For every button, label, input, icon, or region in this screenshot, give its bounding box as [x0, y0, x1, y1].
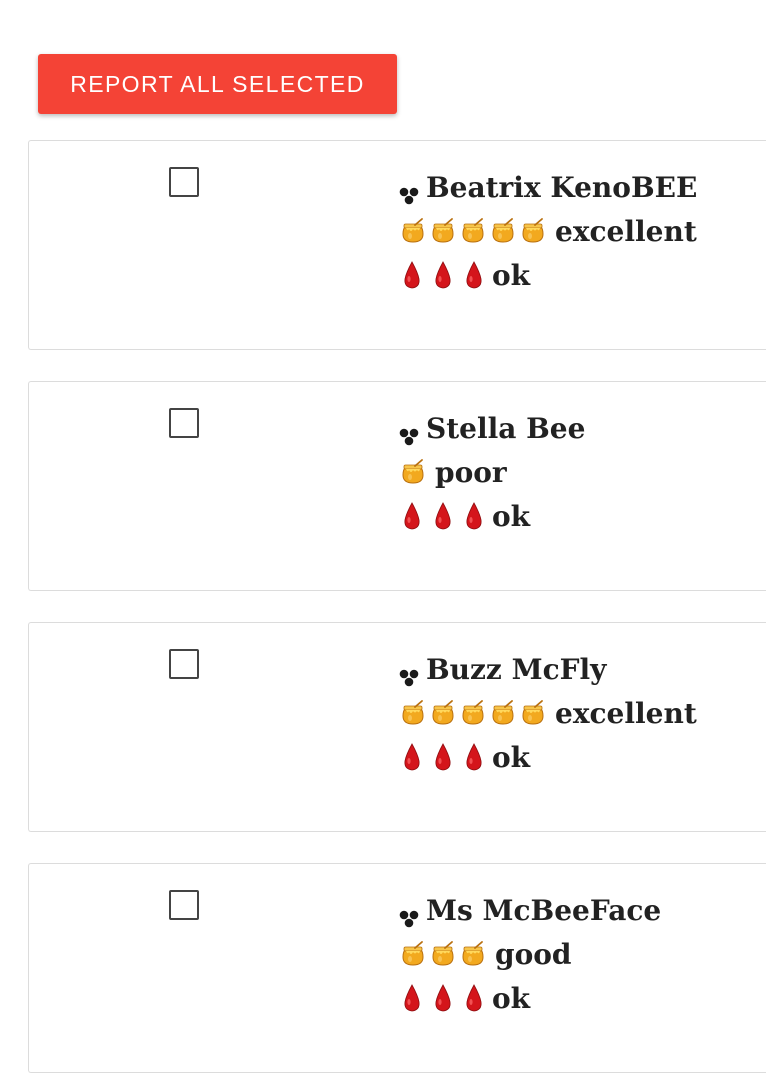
- bee-name-line: Ms McBeeFace: [399, 888, 661, 932]
- honey-pot-icon: [489, 699, 517, 727]
- blood-drop-icon: [402, 983, 422, 1013]
- blood-drop-icon: [464, 983, 484, 1013]
- honey-rating-label: excellent: [555, 696, 697, 730]
- honey-rating-line: excellent: [399, 691, 697, 735]
- honey-pot-icon: [399, 940, 427, 968]
- blood-drop-icon: [433, 260, 453, 290]
- blood-drop-icon: [402, 260, 422, 290]
- bee-icon: [399, 420, 419, 446]
- select-checkbox[interactable]: [169, 890, 199, 920]
- honey-rating-line: excellent: [399, 209, 697, 253]
- blood-drop-icon: [402, 742, 422, 772]
- honey-pot-icon: [399, 699, 427, 727]
- bee-info: Buzz McFly excellent ok: [399, 647, 697, 779]
- blood-rating-line: ok: [399, 976, 661, 1020]
- bee-icon: [399, 902, 419, 928]
- bee-icon: [399, 179, 419, 205]
- bee-name-line: Stella Bee: [399, 406, 585, 450]
- bee-icon: [399, 661, 419, 687]
- bee-name-line: Buzz McFly: [399, 647, 697, 691]
- bee-card: Stella Bee poor ok: [28, 381, 766, 591]
- blood-drop-icon: [433, 983, 453, 1013]
- bee-card: Beatrix KenoBEE excellent ok: [28, 140, 766, 350]
- honey-pot-icon: [459, 940, 487, 968]
- honey-pot-icon: [489, 217, 517, 245]
- honey-pot-icon: [459, 699, 487, 727]
- blood-drop-icon: [464, 742, 484, 772]
- honey-pot-icon: [399, 458, 427, 486]
- honey-rating-line: good: [399, 932, 661, 976]
- honey-rating-label: good: [495, 937, 572, 971]
- blood-drop-icon: [464, 260, 484, 290]
- bee-card: Buzz McFly excellent ok: [28, 622, 766, 832]
- blood-rating-label: ok: [492, 740, 531, 774]
- select-checkbox[interactable]: [169, 649, 199, 679]
- bee-name-line: Beatrix KenoBEE: [399, 165, 697, 209]
- page: REPORT ALL SELECTED Beatrix KenoBEE exce…: [0, 0, 766, 1078]
- honey-pot-icon: [429, 699, 457, 727]
- bee-name: Ms McBeeFace: [426, 893, 662, 927]
- honey-pot-icon: [519, 699, 547, 727]
- report-all-selected-button[interactable]: REPORT ALL SELECTED: [38, 54, 397, 114]
- honey-pot-icon: [459, 217, 487, 245]
- honey-rating-label: excellent: [555, 214, 697, 248]
- honey-pot-icon: [429, 940, 457, 968]
- bee-name: Stella Bee: [426, 411, 586, 445]
- honey-rating-line: poor: [399, 450, 585, 494]
- bee-name: Beatrix KenoBEE: [426, 170, 698, 204]
- honey-pot-icon: [429, 217, 457, 245]
- blood-rating-line: ok: [399, 735, 697, 779]
- bee-card: Ms McBeeFace good ok: [28, 863, 766, 1073]
- bee-name: Buzz McFly: [426, 652, 607, 686]
- select-checkbox[interactable]: [169, 408, 199, 438]
- blood-rating-line: ok: [399, 494, 585, 538]
- blood-drop-icon: [464, 501, 484, 531]
- blood-rating-label: ok: [492, 981, 531, 1015]
- select-checkbox[interactable]: [169, 167, 199, 197]
- blood-drop-icon: [433, 742, 453, 772]
- bee-info: Ms McBeeFace good ok: [399, 888, 661, 1020]
- blood-rating-label: ok: [492, 499, 531, 533]
- bee-info: Beatrix KenoBEE excellent ok: [399, 165, 697, 297]
- blood-drop-icon: [433, 501, 453, 531]
- blood-rating-line: ok: [399, 253, 697, 297]
- blood-drop-icon: [402, 501, 422, 531]
- honey-pot-icon: [519, 217, 547, 245]
- blood-rating-label: ok: [492, 258, 531, 292]
- honey-pot-icon: [399, 217, 427, 245]
- bee-info: Stella Bee poor ok: [399, 406, 585, 538]
- honey-rating-label: poor: [435, 455, 507, 489]
